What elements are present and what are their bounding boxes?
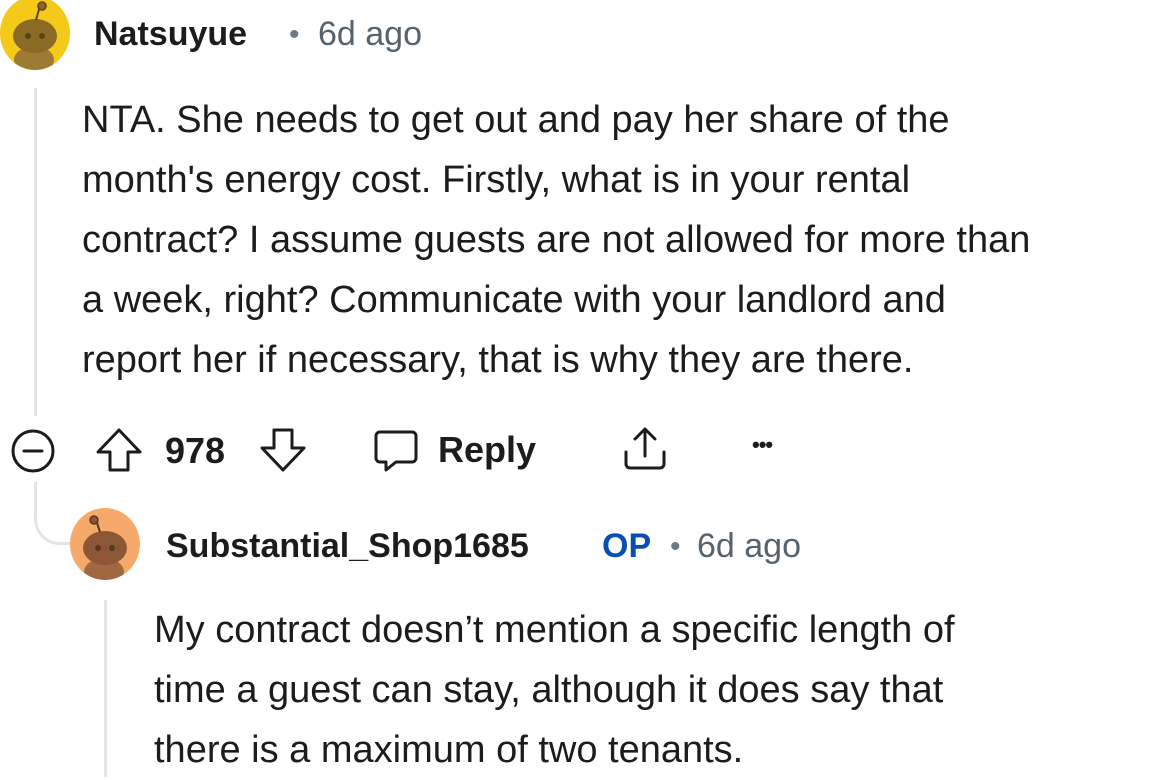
reply-body-line: there is a maximum of two tenants. bbox=[154, 729, 744, 771]
share-button[interactable] bbox=[620, 424, 670, 474]
downvote-arrow-icon bbox=[260, 428, 306, 472]
comment-author[interactable]: Natsuyue bbox=[94, 15, 247, 54]
upvote-button[interactable] bbox=[94, 426, 144, 474]
downvote-button[interactable] bbox=[258, 426, 308, 474]
collapse-button[interactable] bbox=[10, 428, 56, 474]
upvote-arrow-icon bbox=[96, 428, 142, 472]
comment-body-line: month's energy cost. Firstly, what is in… bbox=[82, 159, 911, 201]
op-badge: OP bbox=[602, 527, 652, 565]
reply-body: My contract doesn’t mention a specific l… bbox=[154, 600, 955, 780]
reply-thread-line[interactable] bbox=[104, 600, 107, 777]
comment-body: NTA. She needs to get out and pay her sh… bbox=[82, 90, 1030, 390]
comment-body-line: contract? I assume guests are not allowe… bbox=[82, 219, 1031, 261]
comment-body-line: NTA. She needs to get out and pay her sh… bbox=[82, 99, 950, 141]
reply-timestamp[interactable]: 6d ago bbox=[697, 527, 801, 566]
comment-body-line: a week, right? Communicate with your lan… bbox=[82, 279, 946, 321]
reply-label: Reply bbox=[438, 429, 537, 470]
comment-timestamp[interactable]: 6d ago bbox=[318, 15, 422, 54]
vote-count: 978 bbox=[165, 430, 226, 471]
comment-body-line: report her if necessary, that is why the… bbox=[82, 339, 914, 381]
reply-author-avatar[interactable] bbox=[70, 508, 140, 580]
collapse-minus-icon bbox=[11, 429, 55, 473]
reply-meta-separator: • bbox=[670, 530, 681, 563]
reply-button[interactable]: Reply bbox=[372, 424, 536, 476]
reply-author[interactable]: Substantial_Shop1685 bbox=[166, 527, 529, 566]
speech-bubble-icon bbox=[374, 430, 418, 472]
more-options-button[interactable]: ••• bbox=[752, 432, 773, 458]
share-icon bbox=[624, 427, 666, 470]
meta-separator: • bbox=[289, 18, 300, 51]
comment-thread-line[interactable] bbox=[34, 88, 37, 416]
reply-body-line: time a guest can stay, although it does … bbox=[154, 669, 944, 711]
reply-body-line: My contract doesn’t mention a specific l… bbox=[154, 609, 955, 651]
commenter-avatar[interactable] bbox=[0, 0, 70, 70]
